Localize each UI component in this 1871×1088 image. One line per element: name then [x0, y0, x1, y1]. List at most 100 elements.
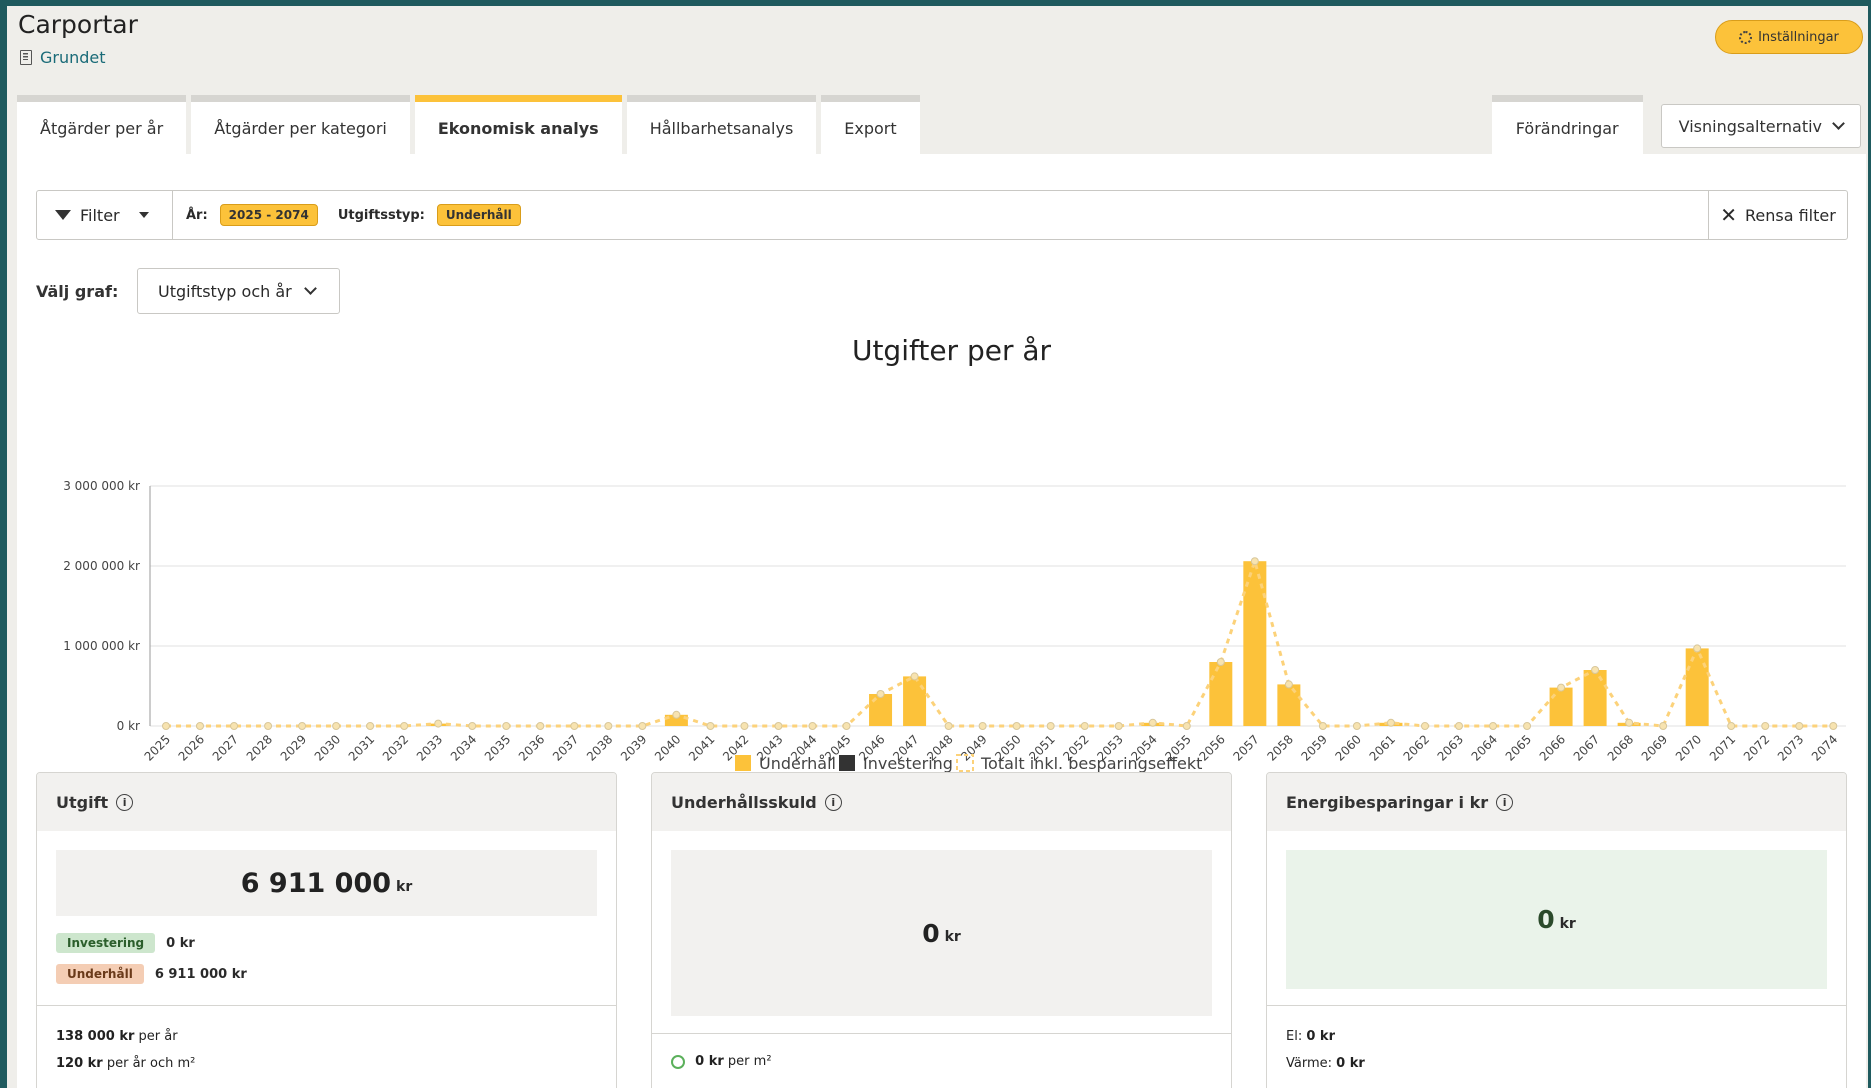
x-tick-label: 2067 [1571, 732, 1602, 763]
investment-tag: Investering [56, 933, 156, 953]
expense-card-title: Utgift [56, 792, 109, 812]
bar-2070 [1685, 648, 1709, 726]
x-tick-label: 2029 [278, 732, 309, 763]
legend-swatch [839, 755, 855, 771]
total-point-2040 [672, 710, 681, 719]
chevron-down-icon [303, 282, 317, 295]
expense-card-header: Utgift i [37, 773, 616, 831]
clear-filter-button[interactable]: ✕ Rensa filter [1708, 191, 1847, 239]
total-point-2042 [740, 722, 749, 730]
total-point-2063 [1454, 722, 1463, 730]
maintenance-row: Underhåll 6 911 000 kr [56, 964, 247, 984]
clear-filter-label: Rensa filter [1744, 205, 1836, 225]
legend-label: Underhåll [759, 754, 836, 773]
x-tick-label: 2063 [1435, 732, 1466, 763]
x-tick-label: 2066 [1537, 732, 1568, 763]
filter-icon [55, 210, 71, 220]
per-year-m2-suffix: per år och m² [106, 1056, 196, 1071]
y-tick-label: 0 kr [117, 719, 140, 733]
tab-atgarder-per-kategori[interactable]: Åtgärder per kategori [191, 95, 410, 155]
graph-select-dropdown[interactable]: Utgiftstyp och år [137, 268, 340, 314]
page-title: Carportar [18, 10, 138, 39]
total-point-2025 [162, 722, 170, 730]
tab-forandringar[interactable]: Förändringar [1491, 95, 1643, 155]
total-point-2050 [1012, 722, 1021, 730]
heat-label: Värme: [1286, 1056, 1333, 1071]
card-divider [37, 1005, 616, 1006]
settings-button[interactable]: Inställningar [1715, 20, 1863, 54]
filter-bar: Filter År: 2025 - 2074 Utgiftsstyp: Unde… [36, 190, 1848, 240]
maintenance-debt-card: Underhållsskuld i 0 kr 0 kr per m² [651, 772, 1232, 1088]
total-point-2030 [332, 722, 341, 730]
expense-card: Utgift i 6 911 000 kr Investering 0 kr U… [36, 772, 617, 1088]
x-tick-label: 2071 [1707, 732, 1738, 763]
tab-bar: Åtgärder per år Åtgärder per kategori Ek… [17, 90, 920, 155]
filter-button[interactable]: Filter [37, 191, 173, 239]
x-tick-label: 2065 [1503, 732, 1534, 763]
maintenance-value: 6 911 000 kr [154, 966, 247, 982]
expense-total-unit: kr [396, 879, 413, 895]
total-point-2069 [1659, 722, 1668, 730]
total-point-2055 [1182, 722, 1191, 730]
filter-label: Filter [80, 205, 120, 225]
bar-2058 [1277, 684, 1301, 726]
tab-ekonomisk-analys[interactable]: Ekonomisk analys [414, 95, 622, 155]
total-point-2064 [1489, 722, 1498, 730]
bar-2056 [1209, 662, 1233, 726]
debt-per-m2-value: 0 kr [695, 1054, 724, 1069]
total-point-2057 [1250, 557, 1259, 566]
x-tick-label: 2062 [1401, 732, 1432, 763]
el-row: El: 0 kr [1286, 1029, 1335, 1044]
per-year-row: 138 000 kr per år [56, 1029, 178, 1044]
x-tick-label: 2035 [482, 732, 513, 763]
x-tick-label: 2032 [380, 732, 411, 763]
x-tick-label: 2034 [448, 732, 479, 763]
investment-row: Investering 0 kr [56, 933, 195, 953]
energy-total-unit: kr [1559, 915, 1576, 932]
x-tick-label: 2031 [346, 732, 377, 763]
total-point-2032 [400, 722, 409, 730]
close-icon: ✕ [1720, 203, 1737, 227]
x-tick-label: 2040 [652, 732, 683, 763]
info-icon[interactable]: i [1496, 793, 1514, 811]
info-icon[interactable]: i [824, 793, 842, 811]
total-point-2052 [1080, 722, 1089, 730]
x-tick-label: 2026 [176, 732, 207, 763]
status-circle-icon [671, 1054, 685, 1069]
total-point-2074 [1829, 722, 1838, 730]
expense-total-box: 6 911 000 kr [56, 850, 597, 916]
debt-per-m2-suffix: per m² [727, 1054, 772, 1069]
info-icon[interactable]: i [116, 793, 134, 811]
total-point-2026 [196, 722, 205, 730]
tab-hallbarhetsanalys[interactable]: Hållbarhetsanalys [626, 95, 817, 155]
tab-atgarder-per-ar[interactable]: Åtgärder per år [17, 95, 187, 155]
heat-row: Värme: 0 kr [1286, 1056, 1365, 1071]
type-filter-pill[interactable]: Underhåll [436, 204, 521, 226]
total-point-2065 [1523, 722, 1532, 730]
building-name: Grundet [40, 48, 106, 67]
total-point-2071 [1727, 722, 1736, 730]
y-tick-label: 3 000 000 kr [63, 479, 140, 493]
x-tick-label: 2036 [516, 732, 547, 763]
total-point-2062 [1420, 722, 1429, 730]
x-tick-label: 2041 [686, 732, 717, 763]
building-icon [20, 50, 32, 65]
x-tick-label: 2030 [312, 732, 343, 763]
total-point-2029 [298, 722, 307, 730]
total-point-2035 [502, 722, 511, 730]
legend-swatch [735, 755, 751, 771]
building-link[interactable]: Grundet [20, 48, 106, 67]
total-point-2053 [1114, 722, 1123, 730]
total-point-2059 [1318, 722, 1327, 730]
total-point-2031 [366, 722, 375, 730]
x-tick-label: 2060 [1333, 732, 1364, 763]
tab-export[interactable]: Export [821, 95, 920, 155]
x-tick-label: 2072 [1741, 732, 1772, 763]
card-divider [1267, 1005, 1846, 1006]
total-point-2051 [1046, 722, 1055, 730]
view-options-dropdown[interactable]: Visningsalternativ [1660, 104, 1861, 148]
x-tick-label: 2033 [414, 732, 445, 763]
graph-select-value: Utgiftstyp och år [158, 281, 292, 301]
year-filter-pill[interactable]: 2025 - 2074 [219, 204, 318, 226]
total-line [166, 556, 1834, 728]
